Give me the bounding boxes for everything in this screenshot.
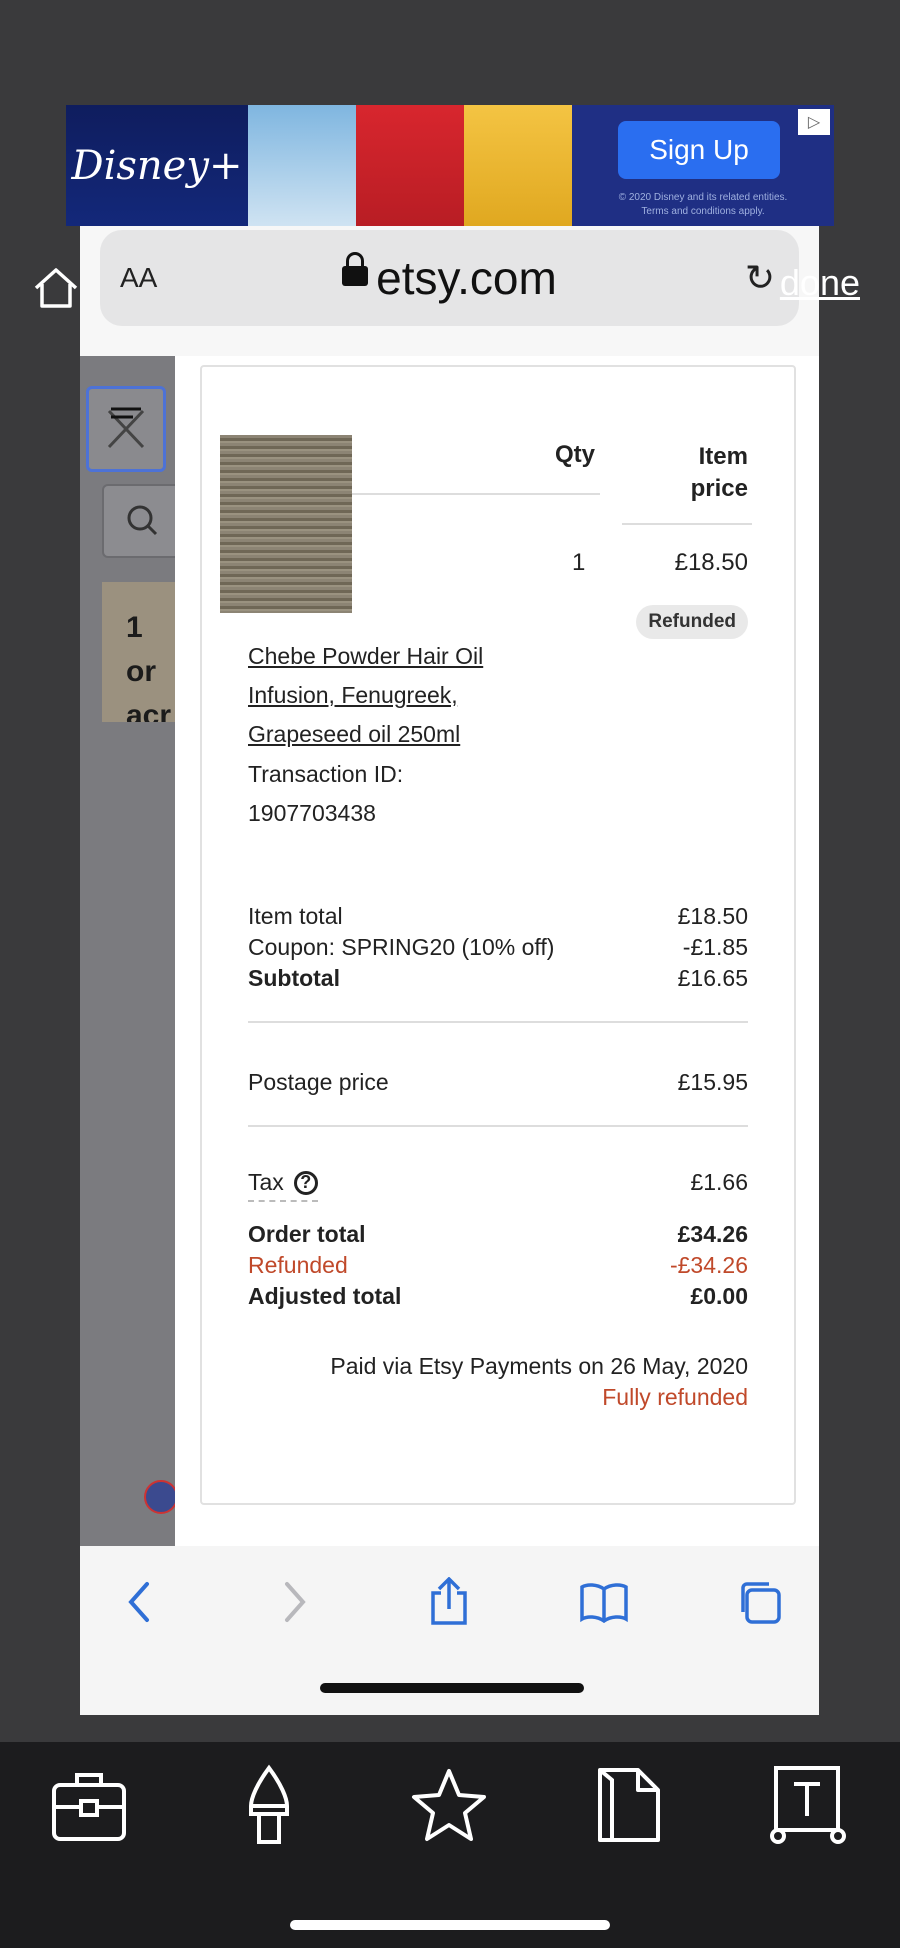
item-total-label: Item total <box>248 903 343 929</box>
postage-value: £15.95 <box>677 1069 748 1095</box>
postage-label: Postage price <box>248 1069 389 1095</box>
help-icon[interactable]: ? <box>293 1170 318 1195</box>
home-indicator <box>320 1683 584 1693</box>
uk-flag-icon <box>144 1480 178 1514</box>
adchoices-icon[interactable]: ▷ <box>798 109 830 135</box>
postage-row: Postage price £15.95 <box>248 1069 748 1096</box>
coupon-value: -£1.85 <box>682 934 748 960</box>
adjusted-total-label: Adjusted total <box>248 1283 402 1309</box>
tax-label[interactable]: Tax ? <box>248 1169 318 1202</box>
receipt-card: Qty Item price 1 £18.50 Refunded Chebe P… <box>200 365 796 1505</box>
payment-info: Paid via Etsy Payments on 26 May, 2020 F… <box>330 1351 748 1413</box>
markup-toolbar <box>0 1742 900 1948</box>
tax-row: Tax ? £1.66 <box>248 1169 748 1202</box>
item-price-value: £18.50 <box>674 549 748 576</box>
close-icon[interactable] <box>86 386 166 472</box>
order-total-label: Order total <box>248 1221 366 1247</box>
toolbox-icon[interactable] <box>48 1764 130 1846</box>
item-price-header: Item price <box>691 441 748 505</box>
search-icon[interactable] <box>102 484 177 558</box>
home-icon[interactable] <box>32 264 80 312</box>
qty-header: Qty <box>555 441 596 468</box>
ad-character-elsa <box>248 105 356 226</box>
item-total-value: £18.50 <box>677 903 748 929</box>
coupon-label: Coupon: SPRING20 (10% off) <box>248 934 555 960</box>
item-price-header-line-2: price <box>690 475 748 502</box>
item-price-header-line-1: Item <box>698 443 748 470</box>
subtotal-row: Subtotal £16.65 <box>248 965 748 992</box>
domain-text: etsy.com <box>376 252 557 304</box>
disney-logo: Disney+ <box>66 105 248 226</box>
browser-bottom-toolbar <box>80 1546 819 1715</box>
done-button[interactable]: done <box>780 262 860 304</box>
ad-character-judy <box>464 105 572 226</box>
ad-fineprint: © 2020 Disney and its related entities. … <box>592 191 814 219</box>
refunded-label: Refunded <box>248 1252 348 1278</box>
tax-label-text: Tax <box>248 1169 284 1195</box>
forward-icon[interactable] <box>264 1572 324 1632</box>
transaction-label: Transaction ID: <box>248 761 404 787</box>
background-banner-line-2: acr <box>126 699 172 722</box>
tax-value: £1.66 <box>690 1169 748 1195</box>
ad-character-baymax <box>356 105 464 226</box>
ad-signup-button[interactable]: Sign Up <box>618 121 780 179</box>
header-rule-qty <box>352 493 600 495</box>
refund-status-text: Fully refunded <box>602 1384 748 1410</box>
browser-top-bar: AA etsy.com ↻ <box>80 226 819 356</box>
adjusted-total-value: £0.00 <box>690 1283 748 1309</box>
divider-2 <box>248 1125 748 1127</box>
back-icon[interactable] <box>110 1572 170 1632</box>
ad-banner[interactable]: Disney+ Sign Up © 2020 Disney and its re… <box>66 105 834 226</box>
ad-fineprint-line-1: © 2020 Disney and its related entities. <box>618 192 788 203</box>
system-home-indicator <box>290 1920 610 1930</box>
qty-value: 1 <box>572 549 586 576</box>
page-background: 1 or acr <box>80 356 178 1546</box>
lock-icon <box>342 251 369 286</box>
tabs-icon[interactable] <box>729 1572 789 1632</box>
divider-1 <box>248 1021 748 1023</box>
coupon-row: Coupon: SPRING20 (10% off) -£1.85 <box>248 934 748 961</box>
phone-screen: AA etsy.com ↻ 1 or acr Qty Item price 1 … <box>80 226 819 1715</box>
receipt-sheet: Qty Item price 1 £18.50 Refunded Chebe P… <box>175 356 819 1546</box>
item-total-row: Item total £18.50 <box>248 903 748 930</box>
ad-signup-area: Sign Up © 2020 Disney and its related en… <box>572 105 834 226</box>
subtotal-label: Subtotal <box>248 965 340 991</box>
transaction-id: 1907703438 <box>248 800 376 826</box>
product-thumbnail[interactable] <box>220 435 352 613</box>
background-banner-line-1: 1 or <box>126 611 156 688</box>
address-bar[interactable]: AA etsy.com ↻ <box>100 230 799 326</box>
product-link[interactable]: Chebe Powder Hair Oil Infusion, Fenugree… <box>248 637 538 754</box>
bookmarks-icon[interactable] <box>574 1572 634 1632</box>
ad-fineprint-line-2: Terms and conditions apply. <box>641 206 765 217</box>
subtotal-value: £16.65 <box>677 965 748 991</box>
star-icon[interactable] <box>408 1764 490 1846</box>
document-icon[interactable] <box>588 1764 670 1846</box>
transaction-info: Transaction ID: 1907703438 <box>248 755 403 833</box>
paid-via-text: Paid via Etsy Payments on 26 May, 2020 <box>330 1353 748 1379</box>
domain-label: etsy.com <box>100 251 799 305</box>
refunded-value: -£34.26 <box>669 1252 748 1278</box>
reload-icon[interactable]: ↻ <box>745 257 775 299</box>
order-total-row: Order total £34.26 <box>248 1221 748 1248</box>
share-icon[interactable] <box>419 1572 479 1632</box>
refunded-badge: Refunded <box>636 605 748 639</box>
adjusted-total-row: Adjusted total £0.00 <box>248 1283 748 1310</box>
background-banner: 1 or acr <box>102 582 175 722</box>
header-rule-price <box>622 523 752 525</box>
refunded-row: Refunded -£34.26 <box>248 1252 748 1279</box>
text-tool-icon[interactable] <box>768 1764 850 1846</box>
brush-icon[interactable] <box>228 1764 310 1846</box>
order-total-value: £34.26 <box>677 1221 748 1247</box>
